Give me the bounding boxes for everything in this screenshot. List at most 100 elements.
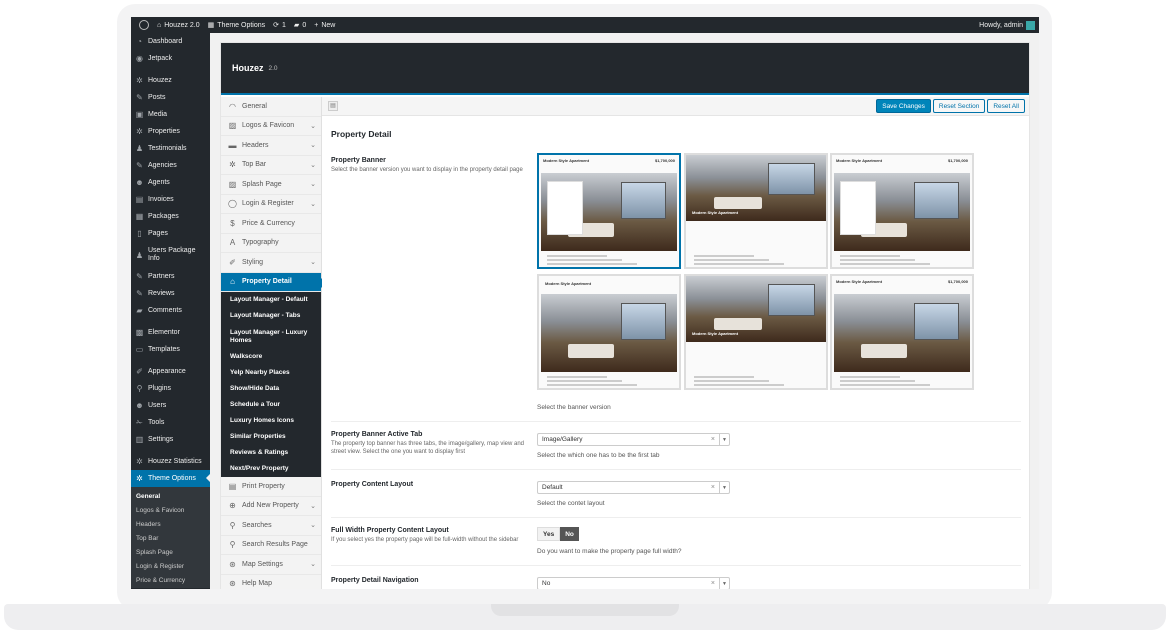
banner-option-4[interactable]: Modern Style Apartment xyxy=(537,274,681,390)
nav-item-login-register[interactable]: ◯ Login & Register ⌄ xyxy=(221,195,321,214)
sidebar-item-agents[interactable]: ☻ Agents xyxy=(131,174,210,191)
nav-item-label: Styling xyxy=(242,258,264,266)
sidebar-item-posts[interactable]: ✎ Posts xyxy=(131,89,210,106)
content-layout-select[interactable]: Default × ▼ xyxy=(537,481,730,494)
wordpress-logo-icon[interactable] xyxy=(139,20,149,30)
sidebar-item-elementor[interactable]: ▩ Elementor xyxy=(131,324,210,341)
submenu-item-general[interactable]: General xyxy=(131,490,210,504)
content-layout-hint: Select the contet layout xyxy=(537,500,605,507)
sidebar-item-invoices[interactable]: ▤ Invoices xyxy=(131,191,210,208)
nav-item-splash-page[interactable]: ▨ Splash Page ⌄ xyxy=(221,175,321,195)
chevron-down-icon[interactable]: ▼ xyxy=(719,434,729,445)
chevron-down-icon[interactable]: ▼ xyxy=(719,482,729,493)
clear-icon[interactable]: × xyxy=(711,436,715,443)
nav-item-search-results-page[interactable]: ⚲ Search Results Page xyxy=(221,536,321,555)
sidebar-item-properties[interactable]: ✲ Properties xyxy=(131,123,210,140)
banner-hint: Select the banner version xyxy=(537,404,611,411)
sidebar-item-dashboard[interactable]: ◔ Dashboard xyxy=(131,33,210,50)
sidebar-item-packages[interactable]: ▦ Packages xyxy=(131,208,210,225)
nav-item-price-currency[interactable]: $ Price & Currency xyxy=(221,214,321,234)
palette-icon: ▦ xyxy=(207,22,215,29)
banner-option-6[interactable]: Modern Style Apartment $1,700,000 xyxy=(830,274,974,390)
nav-item-top-bar[interactable]: ✲ Top Bar ⌄ xyxy=(221,156,321,175)
sidebar-item-houzez[interactable]: ✲ Houzez xyxy=(131,72,210,89)
panel-version: 2.0 xyxy=(268,64,278,72)
subnav-item-reviews-ratings[interactable]: Reviews & Ratings xyxy=(221,445,321,461)
content-placeholder-line xyxy=(694,259,769,261)
nav-item-typography[interactable]: A Typography xyxy=(221,234,321,253)
sidebar-item-users-package-info[interactable]: ♟ Users Package Info xyxy=(131,242,210,268)
sidebar-item-users[interactable]: ☻ Users xyxy=(131,397,210,414)
updates-link[interactable]: ⟳ 1 xyxy=(273,21,286,30)
expand-icon[interactable]: ▤ xyxy=(328,101,338,111)
sidebar-item-settings[interactable]: ▥ Settings xyxy=(131,431,210,448)
nav-item-property-detail[interactable]: ⌂ Property Detail xyxy=(221,272,326,292)
nav-item-headers[interactable]: ▬ Headers ⌄ xyxy=(221,136,321,156)
reset-section-button[interactable]: Reset Section xyxy=(932,99,986,113)
banner-option-5[interactable]: Modern Style Apartment xyxy=(684,274,828,390)
banner-option-3[interactable]: Modern Style Apartment $1,700,000 xyxy=(830,153,974,269)
nav-item-general[interactable]: ◠ General xyxy=(221,97,321,117)
banner-option-1[interactable]: Modern Style Apartment $1,700,000 xyxy=(537,153,681,269)
submenu-item-splash-page[interactable]: Splash Page xyxy=(131,546,210,560)
clear-icon[interactable]: × xyxy=(711,484,715,491)
full-width-toggle[interactable]: Yes No xyxy=(537,527,579,541)
sidebar-item-appearance[interactable]: ✐ Appearance xyxy=(131,363,210,380)
nav-item-logos-favicon[interactable]: ▨ Logos & Favicon ⌄ xyxy=(221,117,321,136)
nav-item-add-new-property[interactable]: ⊕ Add New Property ⌄ xyxy=(221,497,321,516)
nav-item-help-map[interactable]: ⊛ Help Map xyxy=(221,575,321,590)
sidebar-item-reviews[interactable]: ✎ Reviews xyxy=(131,285,210,302)
active-tab-select[interactable]: Image/Gallery × ▼ xyxy=(537,433,730,446)
reset-all-button[interactable]: Reset All xyxy=(987,99,1025,113)
site-name-link[interactable]: ⌂ Houzez 2.0 xyxy=(157,22,200,29)
nav-item-map-settings[interactable]: ⊛ Map Settings ⌄ xyxy=(221,555,321,575)
submenu-item-headers[interactable]: Headers xyxy=(131,518,210,532)
submenu-item-price-currency[interactable]: Price & Currency xyxy=(131,574,210,588)
sidebar-item-label: Users Package Info xyxy=(148,247,196,262)
panel-title: Houzez xyxy=(232,63,264,73)
navigation-select[interactable]: No × ▼ xyxy=(537,577,730,589)
save-changes-button[interactable]: Save Changes xyxy=(876,99,931,113)
comments-link[interactable]: ▰ 0 xyxy=(294,21,306,30)
submenu-item-login-register[interactable]: Login & Register xyxy=(131,560,210,574)
clear-icon[interactable]: × xyxy=(711,580,715,587)
toggle-no[interactable]: No xyxy=(560,527,579,541)
sidebar-item-testimonials[interactable]: ♟ Testimonials xyxy=(131,140,210,157)
nav-item-styling[interactable]: ✐ Styling ⌄ xyxy=(221,253,321,273)
subnav-item-schedule-a-tour[interactable]: Schedule a Tour xyxy=(221,397,321,413)
sidebar-item-pages[interactable]: ▯ Pages xyxy=(131,225,210,242)
content-placeholder-line xyxy=(840,255,900,257)
toggle-yes[interactable]: Yes xyxy=(537,527,561,541)
sidebar-item-theme-options[interactable]: ✲ Theme Options xyxy=(131,470,210,487)
theme-options-link[interactable]: ▦ Theme Options xyxy=(207,21,265,30)
sidebar-item-templates[interactable]: ▭ Templates xyxy=(131,341,210,358)
sidebar-item-comments[interactable]: ▰ Comments xyxy=(131,302,210,319)
sidebar-item-jetpack[interactable]: ◉ Jetpack xyxy=(131,50,210,67)
sidebar-item-tools[interactable]: ✁ Tools xyxy=(131,414,210,431)
sidebar-item-plugins[interactable]: ⚲ Plugins xyxy=(131,380,210,397)
subnav-item-layout-manager-luxury-homes[interactable]: Layout Manager - Luxury Homes xyxy=(221,324,321,349)
subnav-item-luxury-homes-icons[interactable]: Luxury Homes Icons xyxy=(221,413,321,429)
subnav-item-yelp-nearby-places[interactable]: Yelp Nearby Places xyxy=(221,365,321,381)
nav-item-label: Typography xyxy=(242,239,279,247)
subnav-item-show-hide-data[interactable]: Show/Hide Data xyxy=(221,381,321,397)
sidebar-item-media[interactable]: ▣ Media xyxy=(131,106,210,123)
subnav-item-layout-manager-default[interactable]: Layout Manager - Default xyxy=(221,292,321,308)
subnav-item-walkscore[interactable]: Walkscore xyxy=(221,349,321,365)
sidebar-item-partners[interactable]: ✎ Partners xyxy=(131,268,210,285)
account-menu[interactable]: Howdy, admin xyxy=(979,20,1035,30)
sidebar-item-agencies[interactable]: ✎ Agencies xyxy=(131,157,210,174)
nav-item-searches[interactable]: ⚲ Searches ⌄ xyxy=(221,516,321,536)
subnav-item-next-prev-property[interactable]: Next/Prev Property xyxy=(221,461,321,477)
plus-icon: + xyxy=(314,21,319,29)
dashboard-icon: ◔ xyxy=(137,37,142,46)
banner-option-2[interactable]: Modern Style Apartment xyxy=(684,153,828,269)
subnav-item-layout-manager-tabs[interactable]: Layout Manager - Tabs xyxy=(221,308,321,324)
submenu-item-logos-favicon[interactable]: Logos & Favicon xyxy=(131,504,210,518)
nav-item-print-property[interactable]: ▤ Print Property xyxy=(221,477,321,497)
sidebar-item-houzez-statistics[interactable]: ✲ Houzez Statistics xyxy=(131,453,210,470)
subnav-item-similar-properties[interactable]: Similar Properties xyxy=(221,429,321,445)
new-link[interactable]: + New xyxy=(314,22,335,29)
submenu-item-top-bar[interactable]: Top Bar xyxy=(131,532,210,546)
chevron-down-icon[interactable]: ▼ xyxy=(719,578,729,589)
